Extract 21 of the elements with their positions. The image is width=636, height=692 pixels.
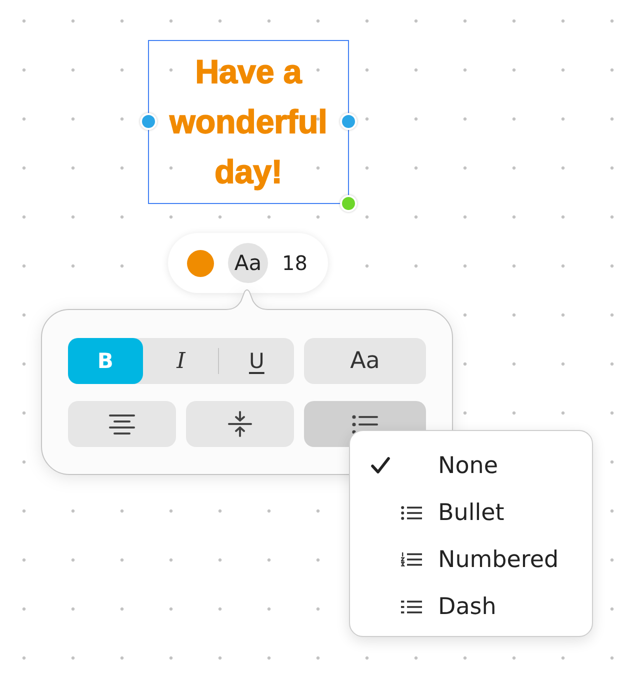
list-style-option[interactable]: None [350,442,592,489]
font-button[interactable]: Aa [228,243,268,283]
list-style-option[interactable]: Bullet [350,489,592,536]
text-align-button[interactable] [68,401,176,447]
underline-button[interactable]: U [219,338,294,384]
italic-button[interactable]: I [144,338,218,384]
corner-handle[interactable] [340,195,357,212]
side-handle[interactable] [140,113,157,130]
note-text: Have a wonderful day! [168,52,328,192]
font-size-button[interactable]: 18 [282,250,308,276]
numbered-list-icon [401,552,422,567]
dashed-list-icon [401,600,422,614]
bulleted-list-icon [401,506,422,520]
text-style-button[interactable]: Aa [304,338,426,384]
align-middle-icon [228,411,252,437]
vertical-align-button[interactable] [186,401,294,447]
side-handle[interactable] [340,113,357,130]
color-swatch-icon[interactable] [187,250,214,276]
list-style-option[interactable]: Numbered [350,536,592,583]
list-style-option[interactable]: Dash [350,583,592,630]
align-center-icon [109,414,135,434]
